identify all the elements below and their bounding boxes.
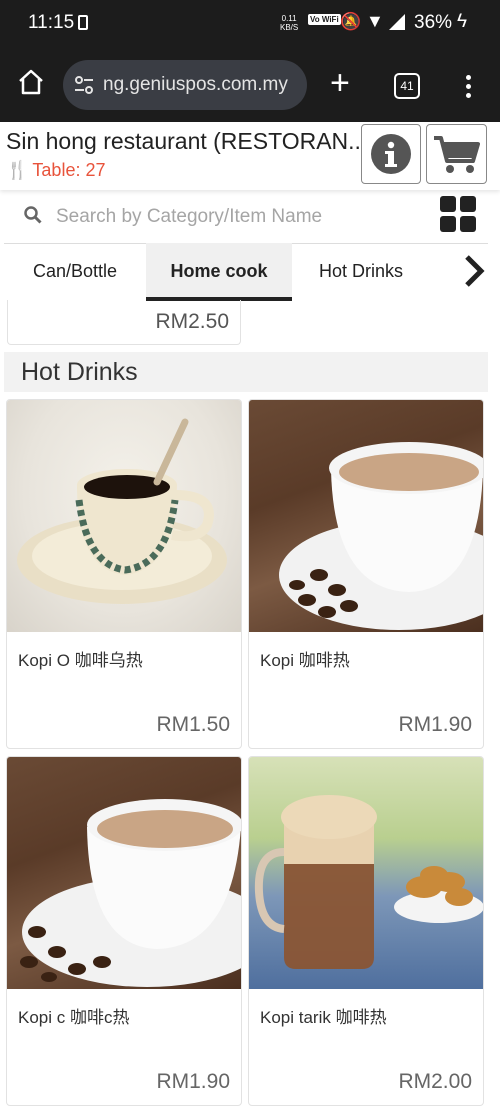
tab-hot-drinks[interactable]: Hot Drinks — [292, 243, 430, 299]
table-label: Table: 27 — [32, 160, 106, 180]
item-name: Kopi c 咖啡c热 — [18, 1008, 130, 1027]
grid-view-icon[interactable] — [440, 196, 478, 234]
status-bar: 11:15 0.11 KB/S Vo WiFi 🔕 ▼ 36% ϟ — [0, 0, 500, 48]
signal-icon — [389, 14, 405, 30]
wifi-icon: ▼ — [366, 11, 384, 31]
restaurant-name: Sin hong restaurant (RESTORAN... — [6, 128, 368, 154]
vowifi-icon: Vo WiFi — [308, 14, 341, 25]
menu-item-card[interactable]: Kopi c 咖啡c热 RM1.90 — [6, 756, 242, 1106]
item-price: RM1.90 — [398, 713, 472, 736]
item-name: Kopi tarik 咖啡热 — [260, 1008, 387, 1027]
app-header: Sin hong restaurant (RESTORAN... 🍴 Table:… — [0, 122, 500, 190]
item-name: Kopi 咖啡热 — [260, 651, 350, 670]
more-menu-icon[interactable] — [458, 72, 478, 100]
item-image — [249, 757, 483, 989]
item-price: RM2.50 — [155, 310, 229, 333]
search-bar — [4, 190, 488, 244]
home-icon[interactable] — [17, 68, 45, 96]
menu-item-card[interactable]: RM2.50 — [7, 300, 241, 345]
menu-item-card[interactable]: Kopi tarik 咖啡热 RM2.00 — [248, 756, 484, 1106]
tab-can-bottle[interactable]: Can/Bottle — [4, 243, 146, 299]
net-speed-unit: KB/S — [280, 23, 299, 32]
cart-icon — [434, 136, 480, 173]
tab-home-cook[interactable]: Home cook — [146, 243, 292, 301]
category-tabs: Can/Bottle Home cook Hot Drinks — [4, 243, 488, 301]
chevron-right-icon[interactable] — [459, 253, 489, 289]
item-price: RM1.50 — [156, 713, 230, 736]
table-info: 🍴 Table: 27 — [6, 160, 105, 181]
item-image — [249, 400, 483, 632]
cart-button[interactable] — [426, 124, 487, 184]
address-bar[interactable]: ng.geniuspos.com.my — [63, 60, 307, 110]
url-text: ng.geniuspos.com.my — [103, 74, 288, 95]
sim-icon — [78, 15, 88, 30]
battery-percent: 36% — [414, 12, 453, 33]
search-input[interactable] — [54, 202, 388, 232]
net-speed: 0.11 KB/S — [280, 14, 298, 32]
net-speed-value: 0.11 — [281, 14, 297, 23]
item-price: RM1.90 — [156, 1070, 230, 1093]
item-name: Kopi O 咖啡乌热 — [18, 651, 143, 670]
menu-item-card[interactable]: Kopi O 咖啡乌热 RM1.50 — [6, 399, 242, 749]
new-tab-icon[interactable]: + — [330, 66, 350, 100]
search-icon — [24, 206, 42, 224]
section-header: Hot Drinks — [4, 352, 488, 392]
section-title: Hot Drinks — [21, 358, 138, 386]
cutlery-icon: 🍴 — [6, 160, 29, 180]
charging-icon: ϟ — [457, 11, 468, 32]
item-image — [7, 757, 241, 989]
item-image — [7, 400, 241, 632]
bell-muted-icon: 🔕 — [340, 12, 362, 31]
tab-switcher-button[interactable]: 41 — [394, 73, 420, 99]
menu-item-card[interactable]: Kopi 咖啡热 RM1.90 — [248, 399, 484, 749]
browser-toolbar: ng.geniuspos.com.my + 41 — [0, 48, 500, 122]
status-time: 11:15 — [28, 12, 75, 33]
info-button[interactable] — [361, 124, 421, 184]
info-icon — [371, 134, 411, 174]
item-price: RM2.00 — [398, 1070, 472, 1093]
site-settings-icon[interactable] — [73, 74, 95, 96]
